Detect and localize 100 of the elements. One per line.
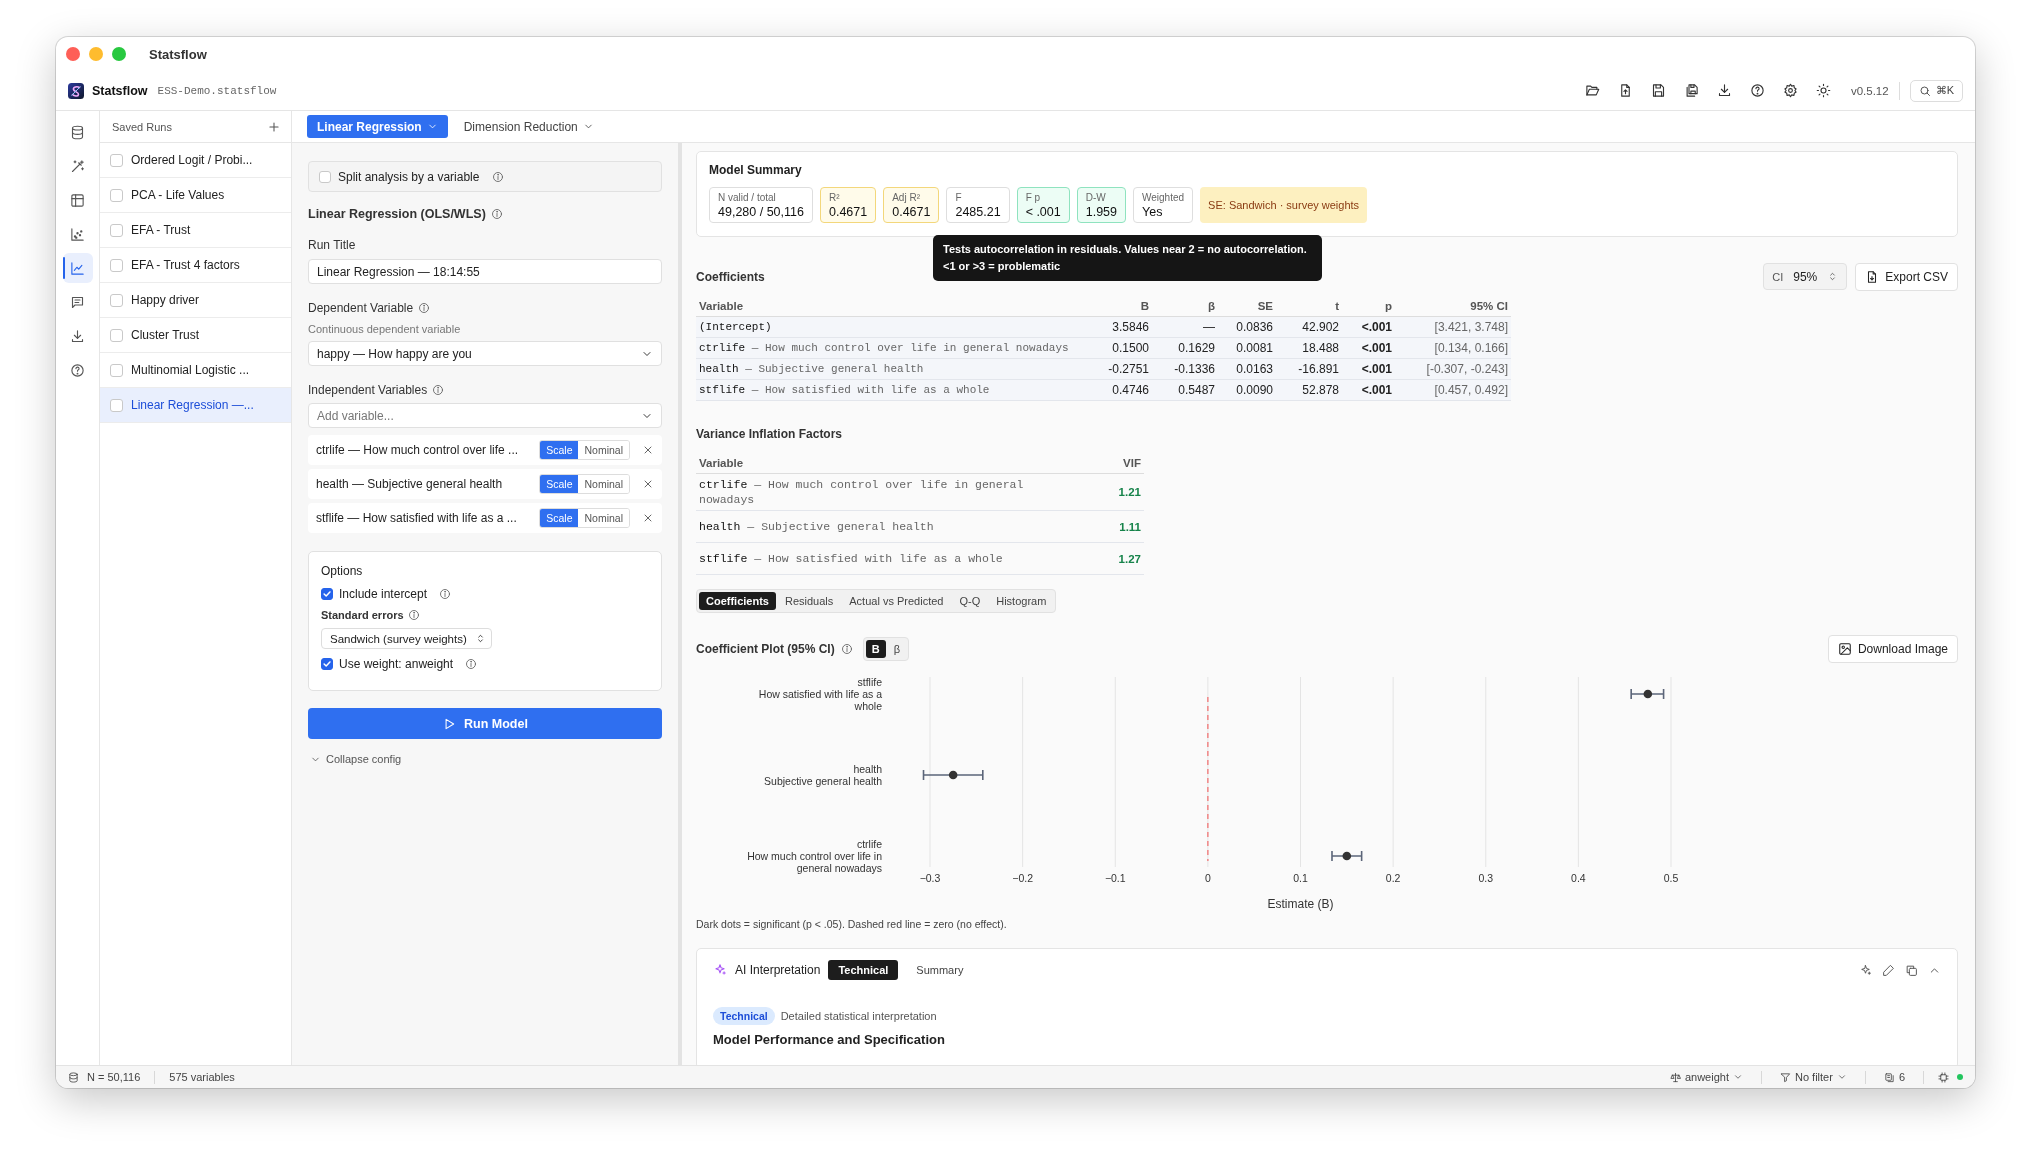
message-icon (70, 294, 85, 310)
tick-label: −0.2 (1012, 872, 1033, 884)
interpretation-tab[interactable]: Technical (828, 960, 899, 980)
table-cell: 3.5846 (1086, 316, 1152, 338)
search-button[interactable]: ⌘K (1909, 79, 1963, 102)
chip-icon[interactable] (1938, 1071, 1949, 1083)
info-icon[interactable] (492, 170, 505, 183)
result-tab[interactable]: Histogram (989, 592, 1054, 610)
run-list-item[interactable]: EFA - Trust (100, 213, 291, 248)
standard-errors-select[interactable]: Sandwich (survey weights) (321, 628, 492, 649)
info-icon[interactable] (407, 609, 420, 621)
table-cell: <.001 (1342, 316, 1395, 338)
checkbox[interactable] (110, 363, 123, 377)
analysis-tab[interactable]: Linear Regression (307, 115, 448, 138)
info-icon[interactable] (418, 302, 431, 314)
interpretation-tab[interactable]: Summary (906, 960, 974, 980)
checkbox[interactable] (110, 328, 123, 342)
section-title: Linear Regression (OLS/WLS) (308, 206, 486, 222)
add-icon[interactable] (267, 119, 281, 134)
measure-toggle[interactable]: Scale (540, 475, 579, 493)
dependent-variable-select[interactable]: happy — How happy are you (308, 341, 662, 366)
run-list-item[interactable]: Ordered Logit / Probi... (100, 143, 291, 178)
info-icon[interactable] (465, 658, 478, 670)
error-bar (1331, 850, 1363, 862)
table-cell: [0.457, 0.492] (1395, 379, 1511, 401)
checkbox[interactable] (110, 293, 123, 307)
settings-icon[interactable] (1782, 83, 1798, 98)
info-icon[interactable] (439, 588, 452, 600)
result-tab[interactable]: Residuals (777, 592, 841, 610)
sparkles-icon (713, 963, 727, 977)
nav-button[interactable] (62, 253, 93, 283)
add-variable-select[interactable]: Add variable... (308, 403, 662, 428)
result-tab[interactable]: Q-Q (952, 592, 988, 610)
export-csv-button[interactable]: Export CSV (1855, 263, 1958, 291)
run-list-item[interactable]: PCA - Life Values (100, 178, 291, 213)
data-point (948, 770, 958, 780)
close-button[interactable] (66, 47, 80, 61)
run-list-item[interactable]: Cluster Trust (100, 318, 291, 353)
checkbox[interactable] (319, 170, 331, 183)
collapse-config-link[interactable]: Collapse config (308, 753, 404, 765)
estimate-toggle[interactable]: B (865, 640, 886, 658)
filter-icon (1779, 1071, 1791, 1083)
table-cell: stflife — How satisfied with life as a whole (696, 542, 1084, 575)
run-title-field[interactable]: Linear Regression — 18:14:55 (308, 259, 662, 284)
table-cell: health — Subjective general health (696, 510, 1084, 543)
stat-label: F (955, 192, 963, 203)
sun-icon[interactable] (1815, 83, 1831, 98)
table-cell: — (1152, 316, 1218, 338)
result-tab[interactable]: Actual vs Predicted (842, 592, 951, 610)
stat-value: Yes (1142, 205, 1164, 219)
field-label: Run Title (308, 238, 356, 252)
checkbox[interactable] (321, 658, 333, 670)
app-name: Statsflow (92, 83, 148, 98)
table-cell: <.001 (1342, 379, 1395, 401)
ci-select[interactable]: CI 95% (1763, 263, 1848, 290)
info-icon[interactable] (840, 643, 853, 655)
save-all-icon[interactable] (1683, 83, 1699, 98)
save-icon[interactable] (1650, 83, 1666, 98)
estimate-toggle[interactable]: β (887, 640, 906, 658)
mode-badge: Technical (713, 1007, 775, 1025)
column-header: B (1086, 296, 1152, 317)
tick-label: 0.2 (1385, 872, 1401, 884)
column-header: VIF (1084, 453, 1144, 474)
checkbox[interactable] (321, 588, 333, 600)
checkbox[interactable] (110, 398, 123, 412)
remove-button[interactable] (642, 444, 654, 456)
data-point (1342, 851, 1352, 861)
runs-counter[interactable]: 6 (1879, 1071, 1909, 1083)
column-header: Variable (696, 296, 1086, 317)
sparkles-icon[interactable] (1859, 963, 1872, 977)
run-list-item[interactable]: EFA - Trust 4 factors (100, 248, 291, 283)
checkbox[interactable] (110, 223, 123, 237)
row-count: N = 50,116 (87, 1071, 141, 1083)
download-image-button[interactable]: Download Image (1827, 635, 1958, 663)
folder-icon[interactable] (1584, 83, 1600, 98)
remove-button[interactable] (642, 512, 654, 524)
info-icon[interactable] (490, 208, 503, 220)
download-icon[interactable] (1716, 83, 1732, 98)
run-list-item[interactable]: Happy driver (100, 283, 291, 318)
run-model-button[interactable]: Run Model (308, 708, 662, 739)
remove-button[interactable] (642, 478, 654, 490)
edit-icon[interactable] (1882, 963, 1895, 977)
stat-label: N valid / total (718, 192, 777, 203)
copy-icon[interactable] (1905, 963, 1918, 977)
weight-select[interactable]: anweight (1665, 1071, 1747, 1083)
info-icon[interactable] (432, 384, 445, 396)
analysis-tab[interactable]: Dimension Reduction (453, 115, 604, 138)
help-icon[interactable] (1749, 83, 1765, 98)
measure-toggle[interactable]: Scale (540, 509, 579, 527)
checkbox[interactable] (110, 153, 123, 167)
filter-select[interactable]: No filter (1775, 1071, 1851, 1083)
tick-label: 0 (1204, 872, 1211, 884)
checkbox[interactable] (110, 188, 123, 202)
measure-toggle[interactable]: Scale (540, 441, 579, 459)
checkbox[interactable] (110, 258, 123, 272)
checkbox-label: Split analysis by a variable (338, 169, 480, 184)
column-header: 95% CI (1395, 296, 1511, 317)
run-list-item[interactable]: Linear Regression —... (100, 388, 291, 423)
field-label: Independent Variables (308, 383, 428, 397)
result-tab[interactable]: Coefficients (699, 592, 776, 610)
